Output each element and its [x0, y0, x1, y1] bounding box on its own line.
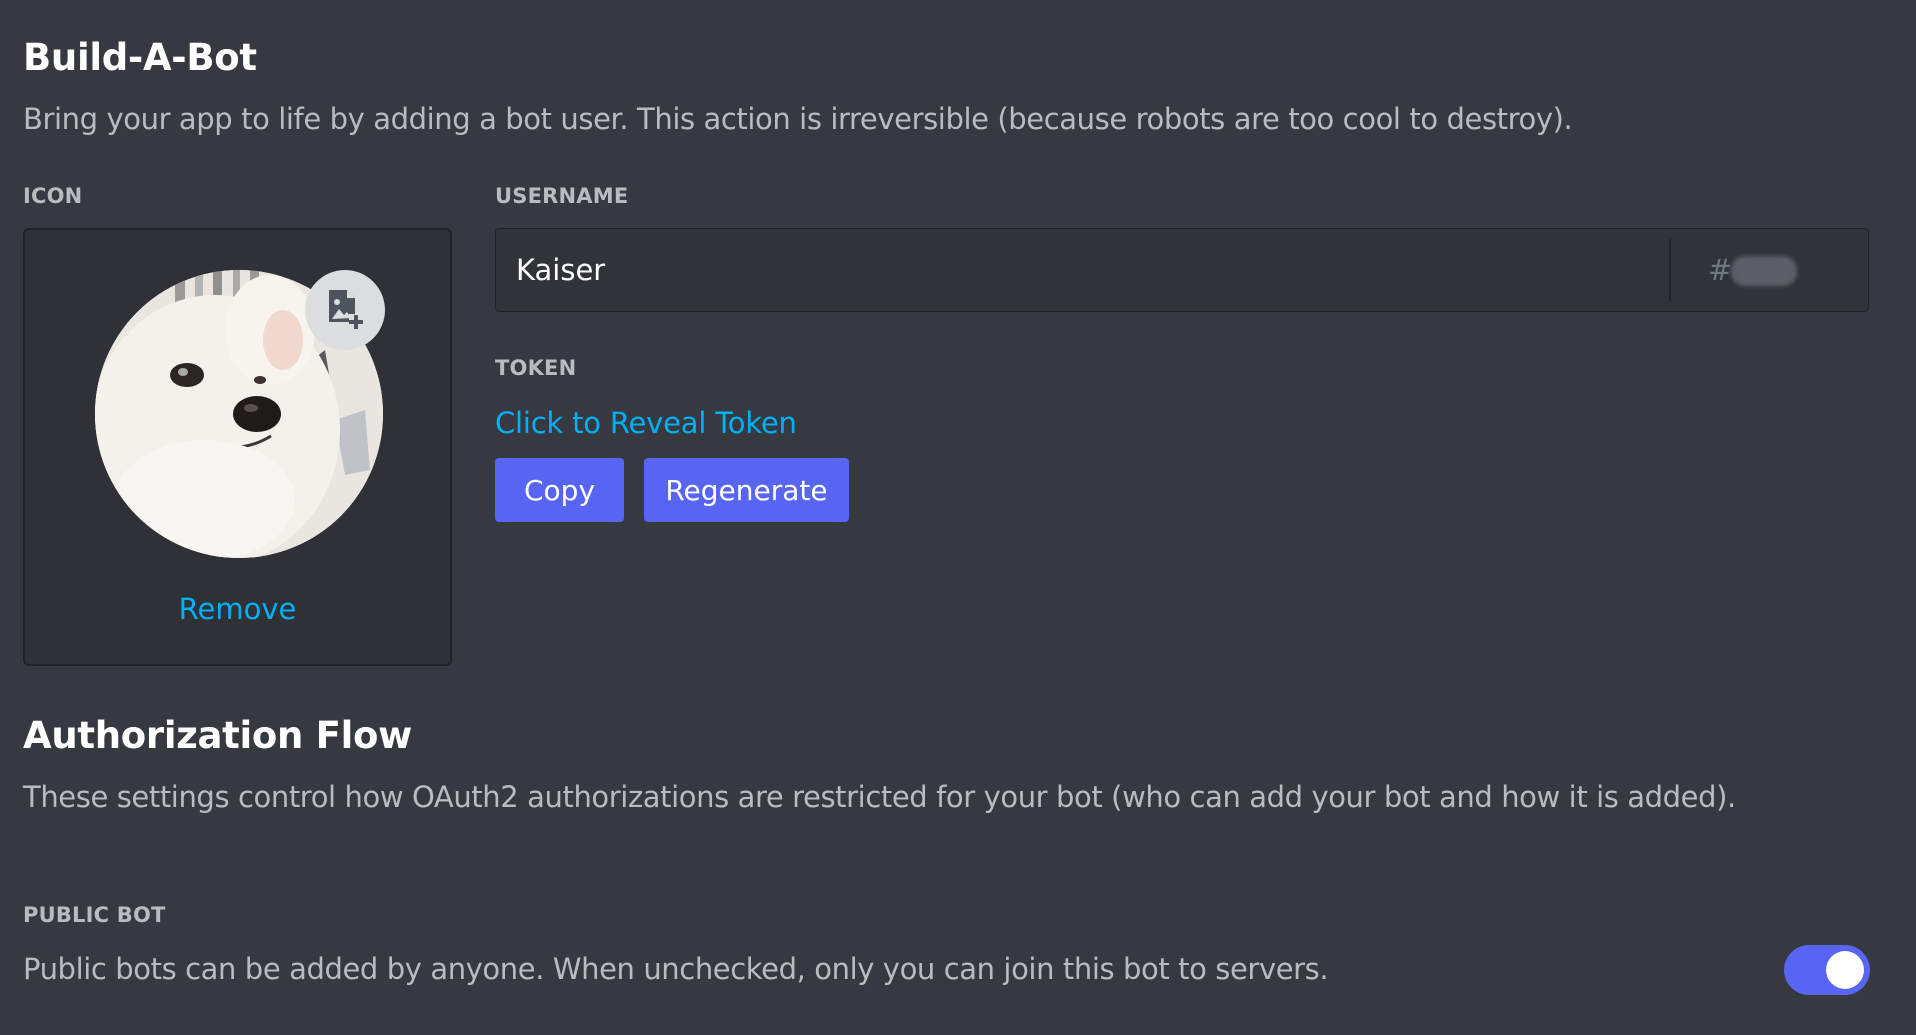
image-add-icon: [329, 290, 363, 329]
toggle-knob: [1826, 951, 1864, 989]
bot-icon-panel: Remove: [23, 228, 452, 666]
public-bot-description: Public bots can be added by anyone. When…: [23, 952, 1329, 986]
remove-icon-link[interactable]: Remove: [25, 592, 450, 626]
public-bot-toggle[interactable]: [1784, 945, 1870, 995]
username-input[interactable]: [516, 229, 1666, 311]
build-a-bot-title: Build-A-Bot: [23, 36, 257, 79]
regenerate-token-button[interactable]: Regenerate: [644, 458, 849, 522]
reveal-token-link[interactable]: Click to Reveal Token: [495, 406, 797, 440]
redacted-discriminator: [1731, 256, 1797, 286]
username-divider: [1669, 239, 1671, 301]
username-label: USERNAME: [495, 184, 629, 208]
discriminator-prefix: #: [1708, 253, 1733, 287]
public-bot-label: PUBLIC BOT: [23, 903, 166, 927]
build-a-bot-description: Bring your app to life by adding a bot u…: [23, 102, 1573, 136]
token-label: TOKEN: [495, 356, 577, 380]
bot-settings-page: Build-A-Bot Bring your app to life by ad…: [0, 0, 1916, 1035]
authorization-flow-description: These settings control how OAuth2 author…: [23, 780, 1736, 814]
username-field-container: #: [495, 228, 1869, 312]
copy-token-button[interactable]: Copy: [495, 458, 624, 522]
upload-image-button[interactable]: [305, 270, 385, 350]
authorization-flow-title: Authorization Flow: [23, 714, 413, 757]
icon-label: ICON: [23, 184, 83, 208]
